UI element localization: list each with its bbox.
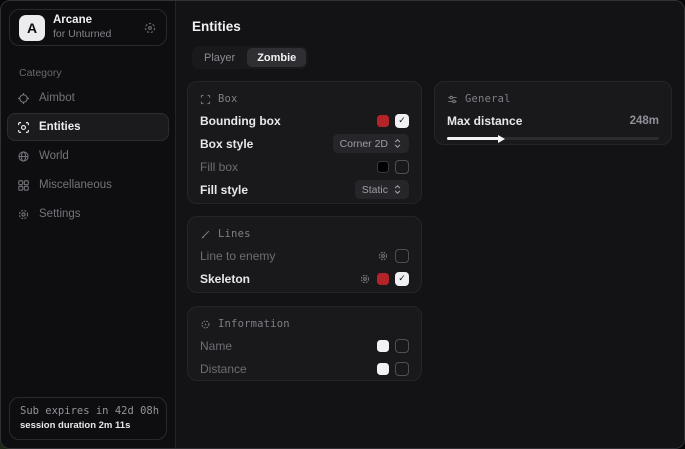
brand-logo: A — [19, 15, 45, 41]
settings-gear-icon[interactable] — [359, 273, 371, 285]
select-value: Static — [362, 184, 388, 196]
checkbox-unchecked[interactable] — [395, 249, 409, 263]
checkbox-unchecked[interactable] — [395, 339, 409, 353]
sidebar-item-settings[interactable]: Settings — [7, 200, 169, 228]
sidebar-item-world[interactable]: World — [7, 142, 169, 170]
lines-card: Lines Line to enemy Skeleton — [187, 216, 422, 293]
setting-label: Box style — [200, 137, 253, 151]
setting-row-name: Name — [200, 334, 409, 357]
card-header-label: Lines — [218, 228, 251, 240]
setting-row-distance: Distance — [200, 357, 409, 380]
card-header-label: Box — [218, 93, 238, 105]
info-scan-icon — [200, 319, 211, 330]
tab-zombie[interactable]: Zombie — [247, 48, 306, 67]
color-swatch[interactable] — [377, 363, 389, 375]
color-swatch[interactable] — [377, 340, 389, 352]
loader-icon[interactable] — [143, 21, 157, 35]
information-card: Information Name Distance — [187, 306, 422, 381]
subscription-status-card: Sub expires in 42d 08h session duration … — [9, 397, 167, 440]
checkbox-checked[interactable]: ✓ — [395, 272, 409, 286]
slider-thumb[interactable] — [498, 135, 505, 143]
fill-style-select[interactable]: Static — [355, 180, 409, 199]
sidebar-item-aimbot[interactable]: Aimbot — [7, 84, 169, 112]
crosshair-icon — [17, 92, 30, 105]
setting-label: Fill style — [200, 183, 248, 197]
color-swatch[interactable] — [377, 161, 389, 173]
category-label: Category — [19, 67, 175, 79]
brand-subtitle: for Unturned — [53, 28, 111, 41]
box-card-header: Box — [200, 89, 409, 109]
box-select-icon — [200, 94, 211, 105]
sidebar-item-entities[interactable]: Entities — [7, 113, 169, 141]
slider-fill — [447, 137, 500, 140]
sliders-icon — [447, 94, 458, 105]
gear-icon — [17, 208, 30, 221]
brand-title: Arcane — [53, 14, 111, 28]
setting-label: Fill box — [200, 160, 238, 174]
setting-row-fill-box: Fill box — [200, 155, 409, 178]
general-card-header: General — [447, 89, 659, 109]
sidebar-item-label: Miscellaneous — [39, 179, 112, 191]
session-duration-text: session duration 2m 11s — [20, 420, 156, 431]
setting-label: Max distance — [447, 114, 522, 128]
color-swatch[interactable] — [377, 115, 389, 127]
checkbox-checked[interactable]: ✓ — [395, 114, 409, 128]
setting-row-skeleton: Skeleton ✓ — [200, 267, 409, 290]
sidebar-item-miscellaneous[interactable]: Miscellaneous — [7, 171, 169, 199]
box-style-select[interactable]: Corner 2D — [333, 134, 409, 153]
grid-icon — [17, 179, 30, 192]
entity-tabs: Player Zombie — [192, 46, 308, 69]
setting-label: Name — [200, 339, 232, 353]
chevrons-up-down-icon — [393, 184, 402, 195]
brand-card: A Arcane for Unturned — [9, 9, 167, 46]
setting-label: Skeleton — [200, 272, 250, 286]
box-card: Box Bounding box ✓ Box style Corner 2D — [187, 81, 422, 204]
sidebar: A Arcane for Unturned Category — [1, 1, 176, 448]
page-title: Entities — [192, 19, 241, 34]
sub-expiry-text: Sub expires in 42d 08h — [20, 405, 156, 417]
tab-player[interactable]: Player — [194, 48, 245, 67]
card-header-label: General — [465, 93, 511, 105]
sidebar-item-label: Settings — [39, 208, 81, 220]
setting-row-bounding-box: Bounding box ✓ — [200, 109, 409, 132]
brand-text: Arcane for Unturned — [53, 14, 111, 40]
sidebar-item-label: World — [39, 150, 69, 162]
sidebar-item-label: Aimbot — [39, 92, 75, 104]
setting-row-box-style: Box style Corner 2D — [200, 132, 409, 155]
setting-row-line-to-enemy: Line to enemy — [200, 244, 409, 267]
max-distance-value: 248m — [630, 115, 659, 127]
max-distance-slider[interactable] — [447, 137, 659, 140]
chevrons-up-down-icon — [393, 138, 402, 149]
general-card: General Max distance 248m — [434, 81, 672, 145]
checkbox-unchecked[interactable] — [395, 362, 409, 376]
setting-label: Line to enemy — [200, 249, 275, 263]
scan-box-icon — [17, 121, 30, 134]
main-content: Entities Player Zombie Box Bounding box — [176, 1, 684, 448]
information-card-header: Information — [200, 314, 409, 334]
checkbox-unchecked[interactable] — [395, 160, 409, 174]
card-header-label: Information — [218, 318, 290, 330]
diagonal-line-icon — [200, 229, 211, 240]
setting-label: Distance — [200, 362, 247, 376]
setting-row-fill-style: Fill style Static — [200, 178, 409, 201]
setting-label: Bounding box — [200, 114, 281, 128]
globe-icon — [17, 150, 30, 163]
select-value: Corner 2D — [340, 138, 388, 150]
color-swatch[interactable] — [377, 273, 389, 285]
setting-row-max-distance: Max distance 248m — [447, 110, 659, 132]
sidebar-item-label: Entities — [39, 121, 81, 133]
lines-card-header: Lines — [200, 224, 409, 244]
app-window: A Arcane for Unturned Category — [0, 0, 685, 449]
settings-gear-icon[interactable] — [377, 250, 389, 262]
sidebar-nav: Aimbot Entities — [1, 84, 175, 228]
